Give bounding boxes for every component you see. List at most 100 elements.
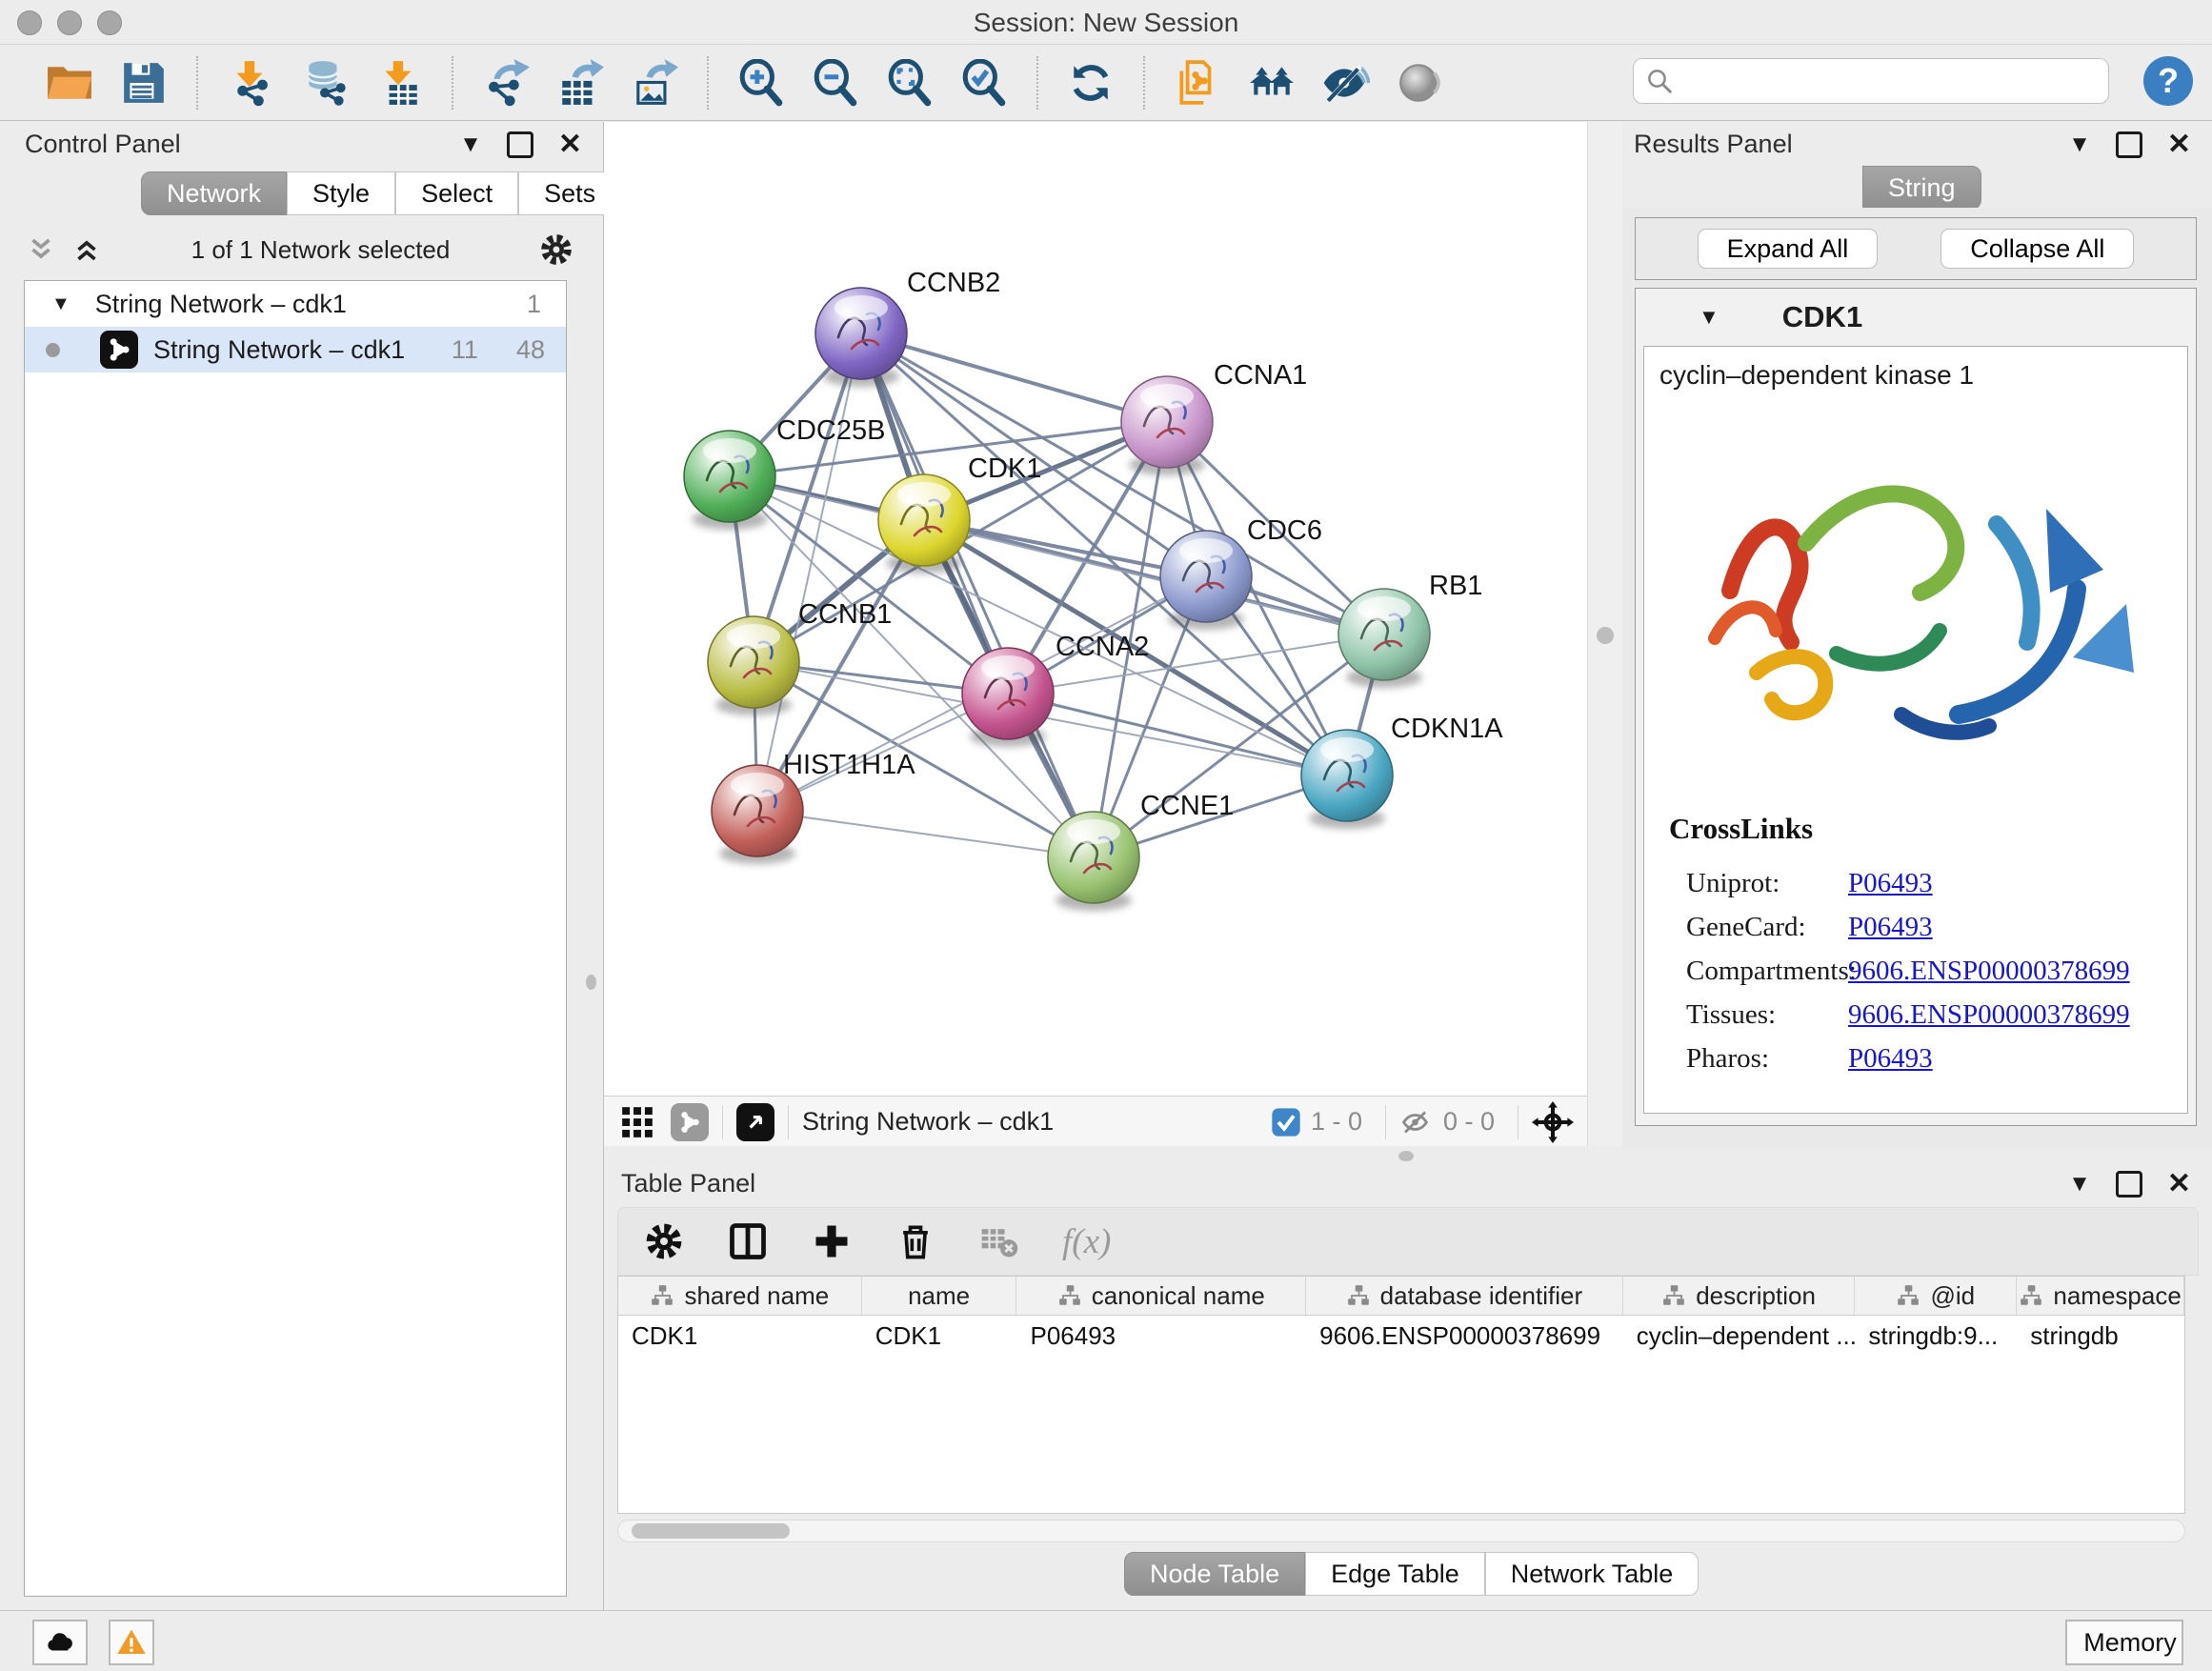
refresh-view-icon[interactable] xyxy=(1067,59,1115,107)
network-collection-row[interactable]: ▼ String Network – cdk1 1 xyxy=(25,281,566,327)
search-input[interactable] xyxy=(1674,66,2108,97)
tab-edge-table[interactable]: Edge Table xyxy=(1305,1552,1485,1596)
tab-node-table[interactable]: Node Table xyxy=(1124,1552,1305,1596)
import-table-from-file-icon[interactable] xyxy=(375,59,423,107)
network-options-gear-icon[interactable] xyxy=(538,232,574,268)
node-detail-card: cyclin–dependent kinase 1 xyxy=(1643,346,2188,1114)
zoom-fit-content-icon[interactable] xyxy=(886,59,934,107)
export-image-icon[interactable] xyxy=(631,59,678,107)
zoom-in-icon[interactable] xyxy=(737,59,785,107)
clone-network-icon[interactable] xyxy=(1174,59,1221,107)
collection-expand-icon[interactable]: ▼ xyxy=(51,293,70,315)
collapse-all-networks-icon[interactable] xyxy=(25,235,57,264)
results-panel-maximize-icon[interactable] xyxy=(2116,131,2142,158)
table-cell: stringdb xyxy=(2017,1316,2184,1356)
table-cell: CDK1 xyxy=(862,1316,1017,1356)
memory-status-button[interactable]: Memory xyxy=(2065,1620,2183,1665)
splitter-handle[interactable] xyxy=(1398,1151,1414,1161)
tab-string[interactable]: String xyxy=(1862,166,1981,210)
control-panel-maximize-icon[interactable] xyxy=(507,131,533,158)
crosslink-link[interactable]: 9606.ENSP00000378699 xyxy=(1848,956,2130,987)
import-network-from-database-icon[interactable] xyxy=(301,59,349,107)
tab-network-table[interactable]: Network Table xyxy=(1485,1552,1699,1596)
column-header-@id[interactable]: @id xyxy=(1855,1277,2017,1315)
export-table-icon[interactable] xyxy=(556,59,604,107)
canvas-table-splitter[interactable] xyxy=(604,1146,2212,1165)
column-header-shared-name[interactable]: shared name xyxy=(618,1277,862,1315)
results-panel-float-icon[interactable]: ▼ xyxy=(2068,133,2091,156)
import-network-from-file-icon[interactable] xyxy=(227,59,274,107)
zoom-selected-icon[interactable] xyxy=(960,59,1008,107)
crosslink-link[interactable]: 9606.ENSP00000378699 xyxy=(1848,999,2130,1031)
tab-style[interactable]: Style xyxy=(287,171,395,215)
collapse-all-button[interactable]: Collapse All xyxy=(1941,229,2134,269)
selected-checkbox-icon[interactable] xyxy=(1271,1107,1301,1137)
crosslinks-title: CrossLinks xyxy=(1669,812,1813,846)
show-columns-icon[interactable] xyxy=(727,1220,769,1262)
control-panel-splitter-handle[interactable] xyxy=(586,975,596,990)
results-panel-close-icon[interactable]: ✕ xyxy=(2167,131,2191,159)
expand-all-networks-icon[interactable] xyxy=(70,235,103,264)
warning-icon[interactable] xyxy=(109,1620,154,1665)
expand-all-button[interactable]: Expand All xyxy=(1698,229,1879,269)
save-session-icon[interactable] xyxy=(120,59,168,107)
control-panel-float-icon[interactable]: ▼ xyxy=(459,133,482,156)
tab-network[interactable]: Network xyxy=(141,171,287,215)
section-collapse-icon[interactable]: ▼ xyxy=(1699,305,1719,330)
toolbar-separator xyxy=(707,56,709,110)
table-panel-close-icon[interactable]: ✕ xyxy=(2167,1170,2191,1198)
graph-node-label: CCNA2 xyxy=(1056,632,1149,662)
column-header-label: description xyxy=(1696,1281,1816,1311)
control-panel-close-icon[interactable]: ✕ xyxy=(558,131,582,159)
crosslink-link[interactable]: P06493 xyxy=(1848,868,1933,899)
column-header-namespace[interactable]: namespace xyxy=(2017,1277,2184,1315)
help-icon[interactable]: ? xyxy=(2143,56,2193,106)
splitter-handle[interactable] xyxy=(1597,627,1614,644)
hide-selected-icon[interactable] xyxy=(1322,59,1370,107)
network-view-share-icon[interactable] xyxy=(671,1103,709,1141)
toolbar-search xyxy=(1633,58,2109,104)
tab-select[interactable]: Select xyxy=(395,171,518,215)
table-options-gear-icon[interactable] xyxy=(643,1220,685,1262)
table-panel-maximize-icon[interactable] xyxy=(2116,1171,2142,1198)
open-session-icon[interactable] xyxy=(46,59,93,107)
zoom-out-icon[interactable] xyxy=(812,59,859,107)
graph-edge[interactable] xyxy=(757,811,1094,857)
separator xyxy=(788,1105,789,1139)
export-network-icon[interactable] xyxy=(482,59,530,107)
column-header-description[interactable]: description xyxy=(1623,1277,1856,1315)
column-header-label: shared name xyxy=(684,1281,829,1311)
crosslink-link[interactable]: P06493 xyxy=(1848,1043,1933,1075)
birds-eye-view-icon[interactable] xyxy=(736,1103,774,1141)
create-column-plus-icon[interactable] xyxy=(811,1220,853,1262)
table-panel-float-icon[interactable]: ▼ xyxy=(2068,1173,2091,1196)
show-all-icon[interactable] xyxy=(1397,59,1444,107)
delete-column-trash-icon[interactable] xyxy=(895,1220,936,1262)
table-horizontal-scrollbar[interactable] xyxy=(617,1520,2185,1542)
network-view-title: String Network – cdk1 xyxy=(802,1107,1054,1137)
scrollbar-thumb[interactable] xyxy=(632,1523,790,1539)
column-header-database-identifier[interactable]: database identifier xyxy=(1306,1277,1623,1315)
main-toolbar: ? xyxy=(0,45,2212,121)
column-header-canonical-name[interactable]: canonical name xyxy=(1016,1277,1306,1315)
graph-node-label: CCNA1 xyxy=(1214,360,1307,391)
crosslink-link[interactable]: P06493 xyxy=(1848,912,1933,943)
graph-edge[interactable] xyxy=(861,333,1167,422)
graph-edge[interactable] xyxy=(757,333,861,811)
cloud-status-icon[interactable] xyxy=(32,1620,88,1665)
results-panel-body: Expand All Collapse All ▼ CDK1 cyclin–de… xyxy=(1622,208,2212,1149)
network-node-count: 11 xyxy=(452,335,478,365)
crosslink-label: Tissues: xyxy=(1686,999,1848,1031)
canvas-results-splitter[interactable] xyxy=(1587,122,1624,1149)
network-row[interactable]: String Network – cdk1 11 48 xyxy=(25,327,566,372)
column-header-name[interactable]: name xyxy=(862,1277,1017,1315)
table-row[interactable]: CDK1CDK1P064939606.ENSP00000378699cyclin… xyxy=(618,1316,2184,1356)
hidden-eye-icon[interactable] xyxy=(1399,1105,1434,1139)
node-description: cyclin–dependent kinase 1 xyxy=(1659,360,2187,391)
pan-crosshair-icon[interactable] xyxy=(1532,1101,1574,1143)
grid-view-icon[interactable] xyxy=(619,1104,655,1140)
search-icon xyxy=(1645,67,1674,95)
crosslink-row: GeneCard:P06493 xyxy=(1686,905,2172,949)
network-canvas[interactable]: CCNB2CCNA1CDC25BCDK1CDC6RB1CCNB1CCNA2CDK… xyxy=(604,122,1587,1096)
first-neighbors-icon[interactable] xyxy=(1248,59,1296,107)
